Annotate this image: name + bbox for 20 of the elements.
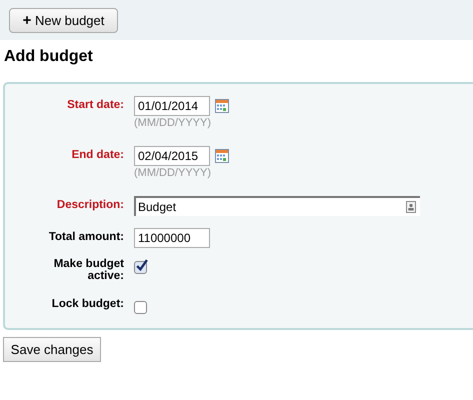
field-label: End date: xyxy=(70,148,124,161)
page-heading: Add budget xyxy=(4,48,94,66)
date-format-hint: (MM/DD/YYYY) xyxy=(134,117,212,129)
checkbox[interactable] xyxy=(134,301,147,314)
date-format-hint: (MM/DD/YYYY) xyxy=(134,167,212,179)
description-field[interactable]: Budget xyxy=(134,196,420,216)
amount-field[interactable]: 11000000 xyxy=(134,228,210,248)
field-label: Description: xyxy=(56,198,124,211)
new-budget-button[interactable]: + New budget xyxy=(9,8,118,33)
field-label: Total amount: xyxy=(48,230,124,243)
field-label: Make budget active: xyxy=(52,258,124,282)
contact-card-icon[interactable] xyxy=(406,201,416,213)
date-field[interactable]: 02/04/2015 xyxy=(134,146,210,166)
field-label: Start date: xyxy=(66,98,124,111)
checkbox[interactable] xyxy=(134,261,147,274)
calendar-icon[interactable] xyxy=(215,149,229,163)
date-field[interactable]: 01/01/2014 xyxy=(134,96,210,116)
field-label: Lock budget: xyxy=(50,298,124,310)
save-changes-button[interactable]: Save changes xyxy=(3,337,101,362)
calendar-icon[interactable] xyxy=(215,99,229,113)
